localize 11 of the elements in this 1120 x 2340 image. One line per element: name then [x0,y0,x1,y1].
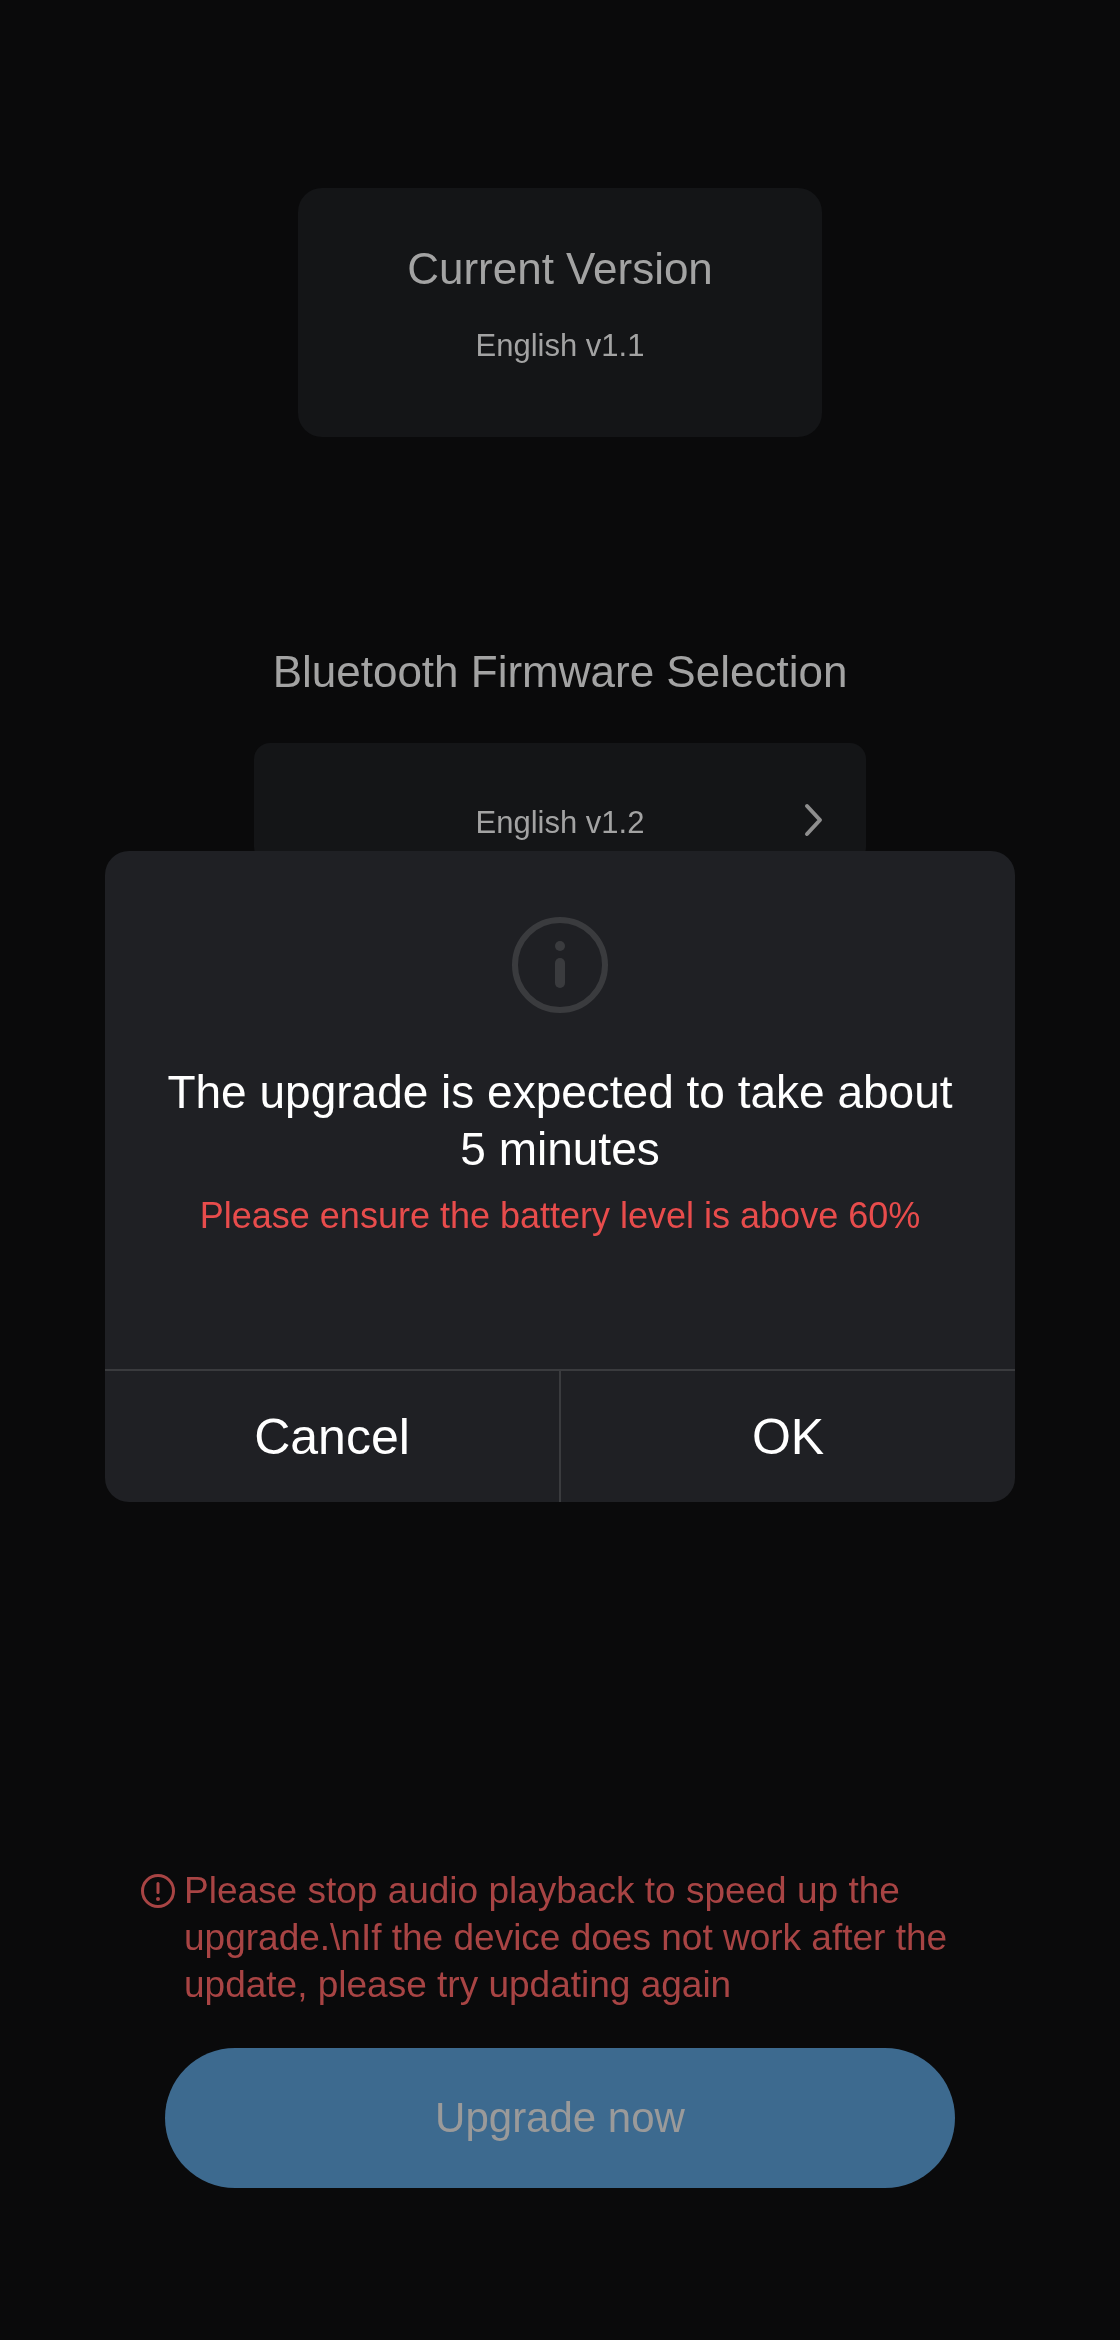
dialog-button[interactable]: OK [559,1371,1015,1502]
info-icon [511,916,609,1014]
dialog-warning: Please ensure the battery level is above 60% [198,1194,922,1238]
dialog-message: The upgrade is expected to take about 5 minutes [166,1065,954,1177]
chevron-right-icon [804,803,824,837]
current-version-value: English v1.1 [475,328,645,364]
current-version-title: Current Version [407,244,713,294]
section-title: Bluetooth Firmware Selection [272,647,848,697]
alert-icon [140,1873,176,1909]
dialog-button[interactable]: Cancel [105,1371,559,1502]
notice-text: Please stop audio playback to speed up the upgrade.\nIf the device does not work after the update, please try updating again [184,1869,949,2007]
